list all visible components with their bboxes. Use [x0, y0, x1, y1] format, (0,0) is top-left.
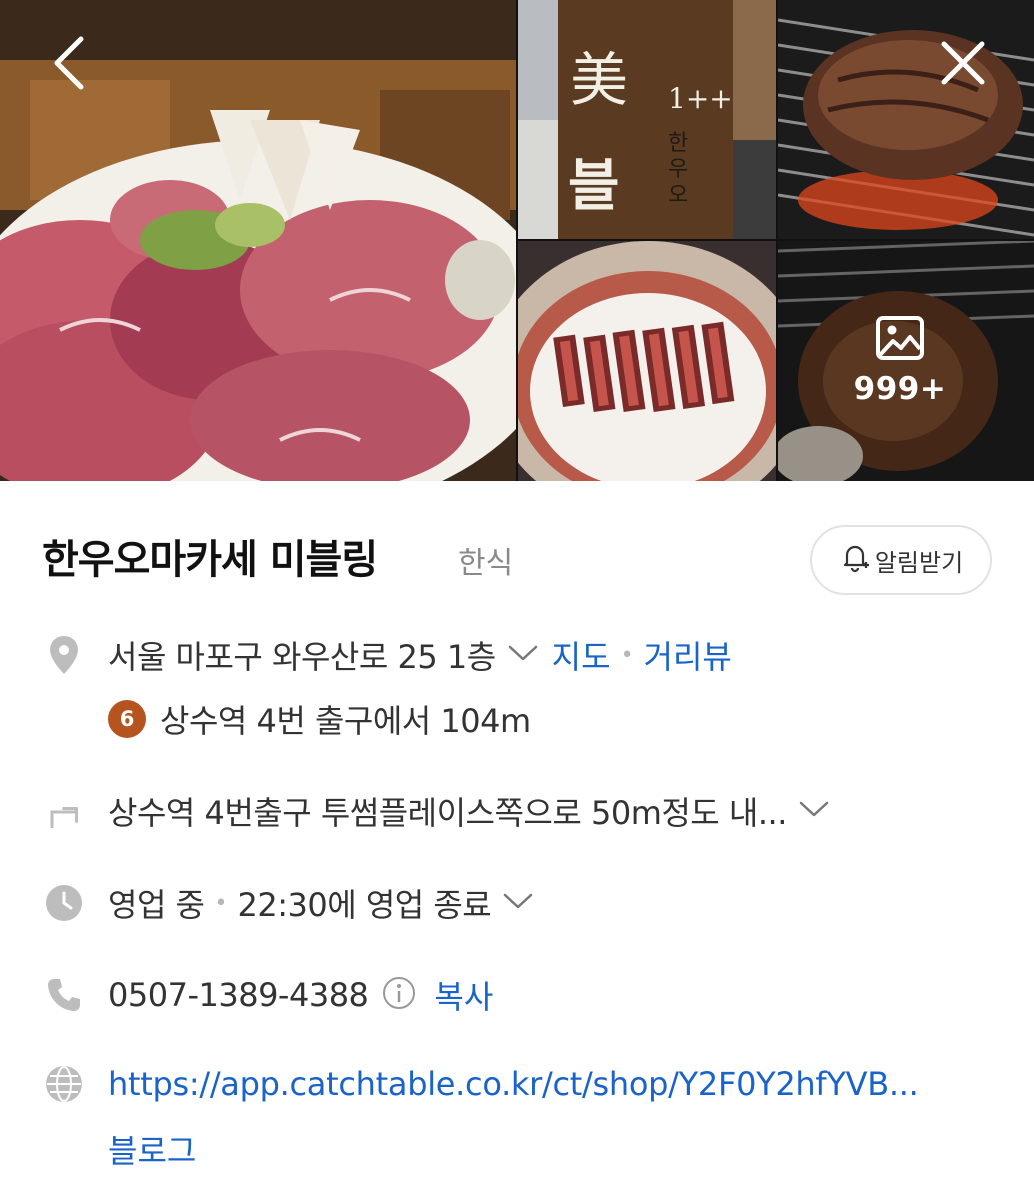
location-pin-icon [44, 635, 84, 675]
subway-line-badge: 6 [108, 700, 146, 738]
hours-expand-button[interactable] [503, 892, 533, 914]
svg-text:오: 오 [668, 183, 688, 208]
hours-row[interactable]: 영업 중 • 22:30에 영업 종료 [44, 880, 1004, 926]
directions-text: 상수역 4번출구 투썸플레이스쪽으로 50m정도 내... [108, 794, 787, 832]
phone-icon [44, 975, 84, 1015]
address-row: 서울 마포구 와우산로 25 1층 지도 • 거리뷰 [44, 632, 1004, 678]
address-text: 서울 마포구 와우산로 25 1층 [108, 638, 496, 676]
copy-phone-link[interactable]: 복사 [434, 972, 493, 1018]
place-category: 한식 [458, 546, 514, 581]
phone-number[interactable]: 0507-1389-4388 [108, 976, 369, 1014]
sign-photo[interactable]: 美 1++ 블 한 우 오 [518, 0, 776, 239]
phone-info-button[interactable] [382, 976, 416, 1014]
more-photos-overlay[interactable]: 999+ [778, 241, 1034, 481]
image-icon [875, 315, 925, 361]
street-view-link[interactable]: 거리뷰 [644, 632, 732, 678]
chevron-down-icon [799, 800, 829, 822]
chevron-left-icon [51, 35, 87, 95]
sign-hangul-big: 블 [568, 154, 620, 219]
close-button[interactable] [928, 30, 998, 100]
directions-expand-button[interactable] [799, 800, 829, 822]
svg-text:한: 한 [668, 131, 688, 156]
notify-button[interactable]: 알림받기 [810, 525, 992, 595]
place-name: 한우오마카세 미블링 [42, 537, 378, 583]
subway-text: 상수역 4번 출구에서 104m [160, 702, 531, 740]
place-header: 한우오마카세 미블링 한식 알림받기 [42, 525, 992, 595]
back-button[interactable] [34, 30, 104, 100]
close-icon [939, 39, 987, 91]
sign-grade: 1++ [668, 82, 733, 115]
more-photos-tile[interactable]: 999+ [778, 241, 1034, 481]
map-link[interactable]: 지도 [552, 632, 611, 678]
blog-link[interactable]: 블로그 [108, 1126, 196, 1172]
hours-status: 영업 중 [108, 886, 205, 924]
more-photos-count: 999+ [853, 371, 947, 407]
website-row: https://app.catchtable.co.kr/ct/shop/Y2F… [44, 1064, 1004, 1104]
turn-arrow-icon [44, 791, 84, 831]
separator-dot: • [620, 642, 634, 668]
globe-icon [44, 1064, 84, 1104]
separator-dot: • [214, 890, 228, 916]
website-link[interactable]: https://app.catchtable.co.kr/ct/shop/Y2F… [108, 1065, 919, 1103]
directions-row[interactable]: 상수역 4번출구 투썸플레이스쪽으로 50m정도 내... [44, 788, 1004, 834]
chevron-down-icon [508, 644, 538, 666]
address-expand-button[interactable] [508, 644, 538, 666]
plate-photo[interactable] [518, 241, 776, 481]
phone-row: 0507-1389-4388 복사 [44, 972, 1004, 1018]
svg-text:우: 우 [668, 157, 688, 182]
clock-icon [44, 883, 84, 923]
hours-detail: 22:30에 영업 종료 [237, 886, 492, 924]
notify-label: 알림받기 [874, 548, 964, 577]
info-icon [382, 976, 416, 1014]
photo-gallery: 美 1++ 블 한 우 오 999+ [0, 0, 1034, 481]
subway-row: 6 상수역 4번 출구에서 104m [108, 696, 1004, 742]
blog-row: 블로그 [108, 1126, 1004, 1172]
sign-hanja: 美 [570, 46, 628, 114]
chevron-down-icon [503, 892, 533, 914]
bell-plus-icon [839, 541, 871, 579]
